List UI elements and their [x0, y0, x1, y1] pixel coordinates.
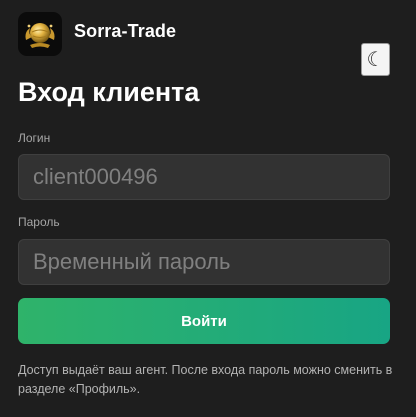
login-input[interactable] [18, 154, 390, 200]
theme-toggle-button[interactable]: ☾ [361, 43, 390, 76]
crescent-moon-icon: ☾ [366, 49, 385, 71]
password-label: Пароль [18, 215, 60, 229]
access-note: Доступ выдаёт ваш агент. После входа пар… [18, 363, 393, 396]
golden-globe-dragon-icon [25, 23, 55, 48]
login-button[interactable]: Войти [18, 298, 390, 344]
logo [18, 12, 62, 56]
login-page: Sorra-Trade ☾ Вход клиента Логин Пароль … [0, 0, 416, 417]
login-label: Логин [18, 131, 51, 145]
brand-name: Sorra-Trade [74, 20, 177, 41]
password-input[interactable] [18, 239, 390, 285]
header: Sorra-Trade [18, 12, 176, 56]
page-title: Вход клиента [18, 77, 200, 107]
